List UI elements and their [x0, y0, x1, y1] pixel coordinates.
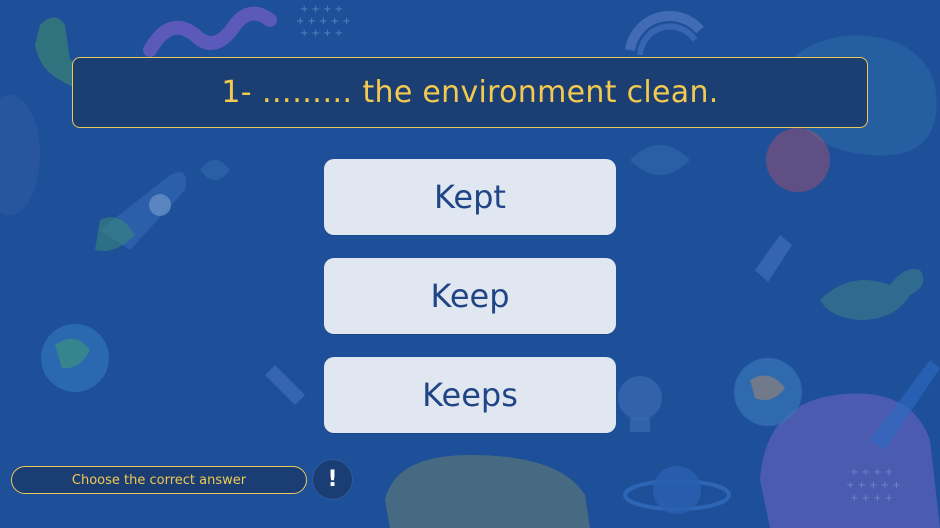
hint-button[interactable]: !	[312, 459, 353, 500]
leaf-shape	[630, 145, 690, 175]
svg-text:+ + + +: + + + +	[850, 467, 893, 478]
answer-option-label: Keep	[430, 277, 510, 315]
rainbow-shape	[637, 23, 698, 56]
crayon-shape	[265, 365, 305, 405]
exclamation-icon: !	[327, 467, 338, 492]
svg-text:+ + + + +: + + + + +	[296, 16, 351, 27]
squiggle-shape	[143, 6, 277, 57]
lightbulb-base	[630, 418, 650, 432]
svg-text:+ + + + +: + + + + +	[846, 480, 901, 491]
planet-shape	[766, 128, 830, 192]
blob-shape	[385, 455, 590, 528]
question-text: 1- ……… the environment clean.	[221, 75, 719, 110]
svg-text:+ + + +: + + + +	[300, 4, 343, 15]
answer-option-kept[interactable]: Kept	[324, 159, 616, 235]
answer-option-label: Kept	[434, 178, 506, 216]
answer-option-label: Keeps	[422, 376, 518, 414]
lightbulb-shape	[618, 376, 662, 420]
blob-shape	[0, 95, 40, 215]
svg-text:+ + + +: + + + +	[300, 28, 343, 39]
crayon-shape	[755, 235, 792, 282]
dinosaur-shape	[820, 269, 924, 320]
sparkle-pattern: + + + + + + + + + + + + +	[296, 4, 351, 39]
rocket-window	[149, 194, 171, 216]
svg-text:+ + + +: + + + +	[850, 493, 893, 504]
question-banner: 1- ……… the environment clean.	[72, 57, 868, 128]
leaf-shape	[200, 160, 230, 180]
answer-option-keeps[interactable]: Keeps	[324, 357, 616, 433]
answer-option-keep[interactable]: Keep	[324, 258, 616, 334]
sparkle-pattern: + + + + + + + + + + + + +	[846, 467, 901, 504]
instruction-text: Choose the correct answer	[71, 472, 247, 488]
instruction-pill: Choose the correct answer	[11, 466, 307, 494]
planet-shape	[653, 466, 701, 514]
